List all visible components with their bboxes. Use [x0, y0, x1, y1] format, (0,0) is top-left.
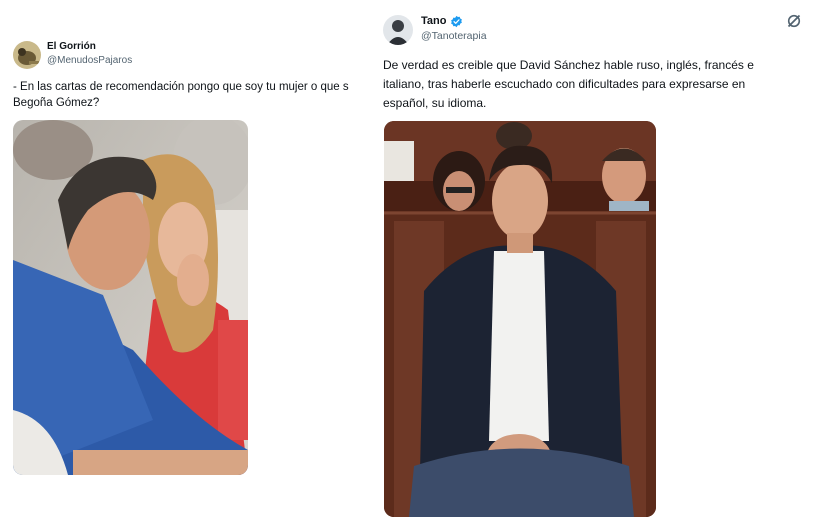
avatar-tano[interactable]	[383, 15, 413, 45]
tweet-text-line: español, su idioma.	[383, 96, 487, 110]
tweet-text-line: italiano, tras haberle escuchado con dif…	[383, 77, 746, 91]
grok-icon[interactable]	[786, 13, 802, 29]
author-name[interactable]: El Gorrión	[47, 41, 96, 52]
author-handle[interactable]: @MenudosPajaros	[47, 55, 132, 66]
tweet-photo[interactable]	[13, 120, 248, 475]
tweet-left: El Gorrión @MenudosPajaros - En las cart…	[0, 0, 370, 529]
tweet-photo[interactable]	[384, 121, 656, 517]
tweet-right: Tano @Tanoterapia De verdad es creible q…	[370, 0, 818, 529]
tweet-text-line: De verdad es creible que David Sánchez h…	[383, 58, 754, 72]
author-name[interactable]: Tano	[421, 15, 446, 27]
author-handle[interactable]: @Tanoterapia	[421, 30, 487, 42]
avatar-el-gorrion[interactable]	[13, 41, 41, 69]
verified-badge-icon	[450, 15, 463, 28]
tweet-text-line: - En las cartas de recomendación pongo q…	[13, 81, 349, 93]
tweet-text-line: Begoña Gómez?	[13, 97, 100, 109]
